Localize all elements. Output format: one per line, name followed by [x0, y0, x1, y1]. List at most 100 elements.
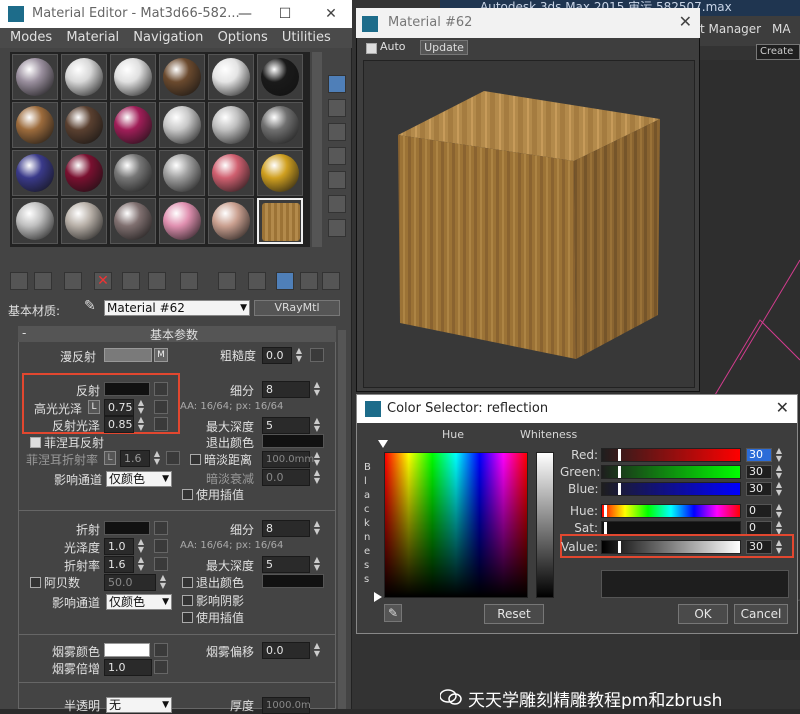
sample-slot[interactable]	[257, 102, 303, 148]
blue-slider-handle[interactable]	[618, 483, 621, 495]
value-value-field[interactable]: 30	[746, 540, 772, 554]
dim-falloff-spinner[interactable]: ▲ ▼	[312, 469, 322, 486]
close-icon[interactable]: ✕	[776, 398, 789, 417]
blue-spinner[interactable]: ▲ ▼	[774, 481, 784, 498]
hue-value-field[interactable]: 0	[746, 504, 772, 518]
go-to-parent-icon[interactable]	[300, 272, 318, 290]
dim-distance-checkbox[interactable]	[190, 454, 201, 465]
sample-type-icon[interactable]	[328, 75, 346, 93]
options-icon[interactable]	[328, 219, 346, 237]
fog-bias-field[interactable]: 0.0	[262, 642, 310, 659]
reflect-affect-channels-select[interactable]: 仅颜色 ▼	[106, 471, 172, 487]
value-slider[interactable]	[601, 540, 741, 554]
fog-color-map-button[interactable]	[154, 643, 168, 657]
eyedropper-icon[interactable]: ✎	[84, 298, 100, 316]
roughness-field[interactable]: 0.0	[262, 347, 292, 364]
fresnel-ior-map-button[interactable]	[166, 451, 180, 465]
refract-subdivs-spinner[interactable]: ▲ ▼	[312, 520, 322, 537]
sample-slot[interactable]	[12, 102, 58, 148]
refract-exit-color-swatch[interactable]	[262, 574, 324, 588]
green-value-field[interactable]: 30	[746, 465, 772, 479]
copy-material-icon[interactable]	[122, 272, 140, 290]
fresnel-ior-spinner[interactable]: ▲ ▼	[152, 450, 162, 467]
sample-slot[interactable]	[159, 54, 205, 100]
hilight-lock-button[interactable]: L	[88, 400, 100, 414]
put-to-scene-icon[interactable]	[34, 272, 52, 290]
sample-slot[interactable]	[208, 54, 254, 100]
value-slider-handle[interactable]	[618, 541, 621, 553]
menu-material[interactable]: Material	[66, 28, 119, 48]
ior-spinner[interactable]: ▲ ▼	[136, 556, 146, 573]
refract-map-button[interactable]	[154, 521, 168, 535]
cancel-button[interactable]: Cancel	[734, 604, 788, 624]
sample-slot[interactable]	[257, 198, 303, 244]
reflect-gloss-field[interactable]: 0.85	[104, 416, 134, 433]
hilight-gloss-map-button[interactable]	[154, 400, 168, 414]
refract-gloss-map-button[interactable]	[154, 539, 168, 553]
red-value-field[interactable]: 30	[746, 448, 772, 462]
preview-title-bar[interactable]: Material #62 ✕	[356, 8, 700, 38]
abbe-field[interactable]: 50.0	[104, 574, 156, 591]
hue-slider[interactable]	[601, 504, 741, 518]
color-selector-title-bar[interactable]: Color Selector: reflection ✕	[357, 395, 797, 423]
material-id-icon[interactable]	[218, 272, 236, 290]
refract-affect-channels-select[interactable]: 仅颜色 ▼	[106, 594, 172, 610]
abbe-checkbox[interactable]	[30, 577, 41, 588]
fog-color-swatch[interactable]	[104, 643, 150, 657]
dim-falloff-field[interactable]: 0.0	[262, 469, 310, 486]
refract-subdivs-field[interactable]: 8	[262, 520, 310, 537]
thickness-field[interactable]: 1000.0m	[262, 697, 311, 714]
refract-color-swatch[interactable]	[104, 521, 150, 535]
reset-map-icon[interactable]: ✕	[94, 272, 112, 290]
sample-slot[interactable]	[61, 54, 107, 100]
close-button[interactable]: ✕	[316, 0, 346, 28]
green-slider-handle[interactable]	[618, 466, 621, 478]
hilight-gloss-field[interactable]: 0.75	[104, 399, 134, 416]
update-button[interactable]: Update	[420, 40, 468, 55]
menu-utilities[interactable]: Utilities	[282, 28, 331, 48]
roughness-spinner[interactable]: ▲ ▼	[294, 347, 304, 364]
diffuse-map-button[interactable]: M	[154, 348, 168, 362]
sat-slider[interactable]	[601, 521, 741, 535]
reflect-gloss-map-button[interactable]	[154, 417, 168, 431]
sample-slot[interactable]	[61, 198, 107, 244]
show-end-result-icon[interactable]	[276, 272, 294, 290]
refract-exit-color-checkbox[interactable]	[182, 577, 193, 588]
sample-slot[interactable]	[257, 54, 303, 100]
params-scrollbar[interactable]	[338, 330, 346, 709]
reset-button[interactable]: Reset	[484, 604, 544, 624]
reflect-subdivs-spinner[interactable]: ▲ ▼	[312, 381, 322, 398]
fog-mult-map-button[interactable]	[154, 660, 168, 674]
assign-to-selection-icon[interactable]	[64, 272, 82, 290]
sample-slot[interactable]	[12, 198, 58, 244]
hue-blackness-picker[interactable]	[384, 452, 528, 598]
refract-max-depth-field[interactable]: 5	[262, 556, 310, 573]
ior-map-button[interactable]	[154, 557, 168, 571]
slots-scrollbar[interactable]	[312, 52, 322, 247]
blue-value-field[interactable]: 30	[746, 482, 772, 496]
eyedropper-icon[interactable]: ✎	[384, 604, 402, 622]
show-map-icon[interactable]	[248, 272, 266, 290]
hilight-gloss-spinner[interactable]: ▲ ▼	[136, 399, 146, 416]
make-unique-icon[interactable]	[148, 272, 166, 290]
rollout-header[interactable]: - 基本参数	[18, 326, 336, 342]
fog-bias-spinner[interactable]: ▲ ▼	[312, 642, 322, 659]
refract-gloss-spinner[interactable]: ▲ ▼	[136, 538, 146, 555]
reflect-interp-checkbox[interactable]	[182, 489, 193, 500]
diffuse-color-swatch[interactable]	[104, 348, 152, 362]
reflect-color-swatch[interactable]	[104, 382, 150, 396]
sample-slot[interactable]	[110, 198, 156, 244]
max-menu-label[interactable]: MA	[772, 22, 791, 36]
fresnel-ior-lock[interactable]: L	[104, 451, 116, 465]
whiteness-slider[interactable]	[536, 452, 554, 598]
go-forward-sibling-icon[interactable]	[322, 272, 340, 290]
menu-modes[interactable]: Modes	[10, 28, 52, 48]
uv-tiling-icon[interactable]	[328, 147, 346, 165]
dim-distance-spinner[interactable]: ▲ ▼	[312, 451, 322, 468]
hue-slider-handle[interactable]	[604, 505, 607, 517]
sample-slot[interactable]	[110, 54, 156, 100]
background-icon[interactable]	[328, 123, 346, 141]
backlight-icon[interactable]	[328, 99, 346, 117]
reflect-subdivs-field[interactable]: 8	[262, 381, 310, 398]
put-to-library-icon[interactable]	[180, 272, 198, 290]
